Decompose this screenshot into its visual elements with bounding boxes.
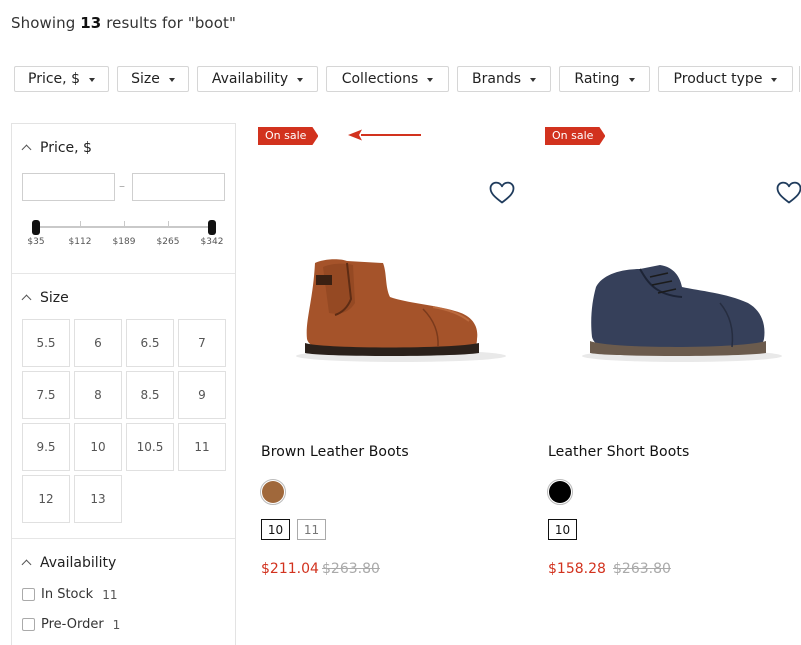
slider-tick: [124, 221, 125, 227]
color-swatch[interactable]: [547, 479, 573, 505]
caret-down-icon: [427, 77, 434, 82]
availability-section-title[interactable]: Availability: [40, 555, 116, 571]
caret-down-icon: [771, 77, 778, 82]
caret-down-icon: [628, 77, 635, 82]
size-selector: 10 11: [261, 519, 333, 540]
filter-size-button[interactable]: Size: [117, 66, 189, 92]
caret-down-icon: [297, 77, 304, 82]
results-count: 13: [80, 14, 102, 32]
size-option[interactable]: 10.5: [126, 423, 174, 471]
filter-bar: Price, $ Size Availability Collections B…: [14, 66, 801, 92]
size-option[interactable]: 6: [74, 319, 122, 367]
slider-tick: [168, 221, 169, 227]
section-divider: [12, 273, 235, 274]
filter-brands-label: Brands: [472, 71, 521, 87]
sale-badge: On sale: [545, 127, 605, 145]
original-price: $263.80: [322, 561, 380, 577]
size-option[interactable]: 12: [22, 475, 70, 523]
size-button[interactable]: 11: [297, 519, 326, 540]
size-option[interactable]: 11: [178, 423, 226, 471]
price-min-input[interactable]: [22, 173, 115, 201]
product-card[interactable]: On sale Leather Short Boots 10 $158.28 $…: [545, 123, 801, 603]
filter-product-type-label: Product type: [673, 71, 763, 87]
availability-option-in-stock[interactable]: In Stock 11: [22, 587, 117, 602]
size-button-selected[interactable]: 10: [548, 519, 577, 540]
slider-tick-label: $265: [156, 237, 180, 247]
heart-icon[interactable]: [776, 181, 801, 205]
availability-option-label: In Stock: [41, 587, 94, 602]
section-divider: [12, 538, 235, 539]
price-section-title[interactable]: Price, $: [40, 140, 92, 156]
size-options-grid: 5.5 6 6.5 7 7.5 8 8.5 9 9.5 10 10.5 11 1…: [22, 319, 227, 523]
slider-tick-label: $189: [112, 237, 136, 247]
filter-product-type-button[interactable]: Product type: [658, 66, 793, 92]
arrow-left-icon: [348, 129, 421, 141]
availability-option-count: 11: [102, 587, 118, 602]
availability-option-label: Pre-Order: [41, 617, 104, 632]
results-prefix: Showing: [11, 14, 76, 32]
filter-brands-button[interactable]: Brands: [457, 66, 551, 92]
product-name[interactable]: Brown Leather Boots: [261, 444, 409, 460]
size-option[interactable]: 7.5: [22, 371, 70, 419]
results-summary: Showing 13 results for "boot": [11, 14, 236, 32]
size-option[interactable]: 9: [178, 371, 226, 419]
sale-badge: On sale: [258, 127, 318, 145]
checkbox[interactable]: [22, 618, 35, 631]
product-card[interactable]: On sale Brown Leather Boots 10 11 $211.0…: [258, 123, 526, 603]
chevron-up-icon[interactable]: [21, 294, 32, 305]
size-option[interactable]: 10: [74, 423, 122, 471]
heart-icon[interactable]: [489, 181, 515, 205]
filter-collections-label: Collections: [341, 71, 419, 87]
checkbox[interactable]: [22, 588, 35, 601]
size-section-title[interactable]: Size: [40, 290, 69, 306]
size-option[interactable]: 7: [178, 319, 226, 367]
sale-price: $158.28: [548, 561, 606, 577]
filter-price-button[interactable]: Price, $: [14, 66, 109, 92]
filter-sidebar: Price, $ – $35 $112 $189 $265 $342 Size …: [11, 123, 236, 645]
slider-tick-label: $342: [200, 237, 224, 247]
product-image-brown-boot[interactable]: [283, 243, 518, 373]
size-option[interactable]: 6.5: [126, 319, 174, 367]
caret-down-icon: [88, 77, 95, 82]
size-option[interactable]: 5.5: [22, 319, 70, 367]
caret-down-icon: [530, 77, 536, 82]
filter-availability-label: Availability: [211, 71, 289, 87]
size-selector: 10: [548, 519, 584, 540]
caret-down-icon: [168, 77, 175, 82]
chevron-up-icon[interactable]: [21, 559, 32, 570]
availability-option-count: 1: [112, 617, 121, 632]
slider-tick-label: $112: [68, 237, 92, 247]
color-swatch[interactable]: [260, 479, 286, 505]
price-min-handle[interactable]: [32, 220, 40, 235]
filter-size-label: Size: [131, 71, 160, 87]
slider-tick-label: $35: [27, 237, 45, 247]
filter-rating-button[interactable]: Rating: [559, 66, 650, 92]
price-max-handle[interactable]: [208, 220, 216, 235]
size-option[interactable]: 9.5: [22, 423, 70, 471]
filter-collections-button[interactable]: Collections: [326, 66, 449, 92]
original-price: $263.80: [613, 561, 671, 577]
size-option[interactable]: 8: [74, 371, 122, 419]
size-option[interactable]: 13: [74, 475, 122, 523]
availability-option-pre-order[interactable]: Pre-Order 1: [22, 617, 120, 632]
size-button-selected[interactable]: 10: [261, 519, 290, 540]
filter-availability-button[interactable]: Availability: [197, 66, 318, 92]
price-range-dash: –: [119, 179, 125, 193]
product-name[interactable]: Leather Short Boots: [548, 444, 689, 460]
sale-price: $211.04: [261, 561, 319, 577]
swatch-fill: [262, 481, 284, 503]
product-image-navy-boot[interactable]: [570, 243, 795, 373]
chevron-up-icon[interactable]: [21, 144, 32, 155]
slider-tick: [80, 221, 81, 227]
size-option[interactable]: 8.5: [126, 371, 174, 419]
filter-rating-label: Rating: [574, 71, 620, 87]
filter-price-label: Price, $: [28, 71, 80, 87]
swatch-fill: [549, 481, 571, 503]
results-suffix: results for "boot": [106, 14, 236, 32]
price-max-input[interactable]: [132, 173, 225, 201]
